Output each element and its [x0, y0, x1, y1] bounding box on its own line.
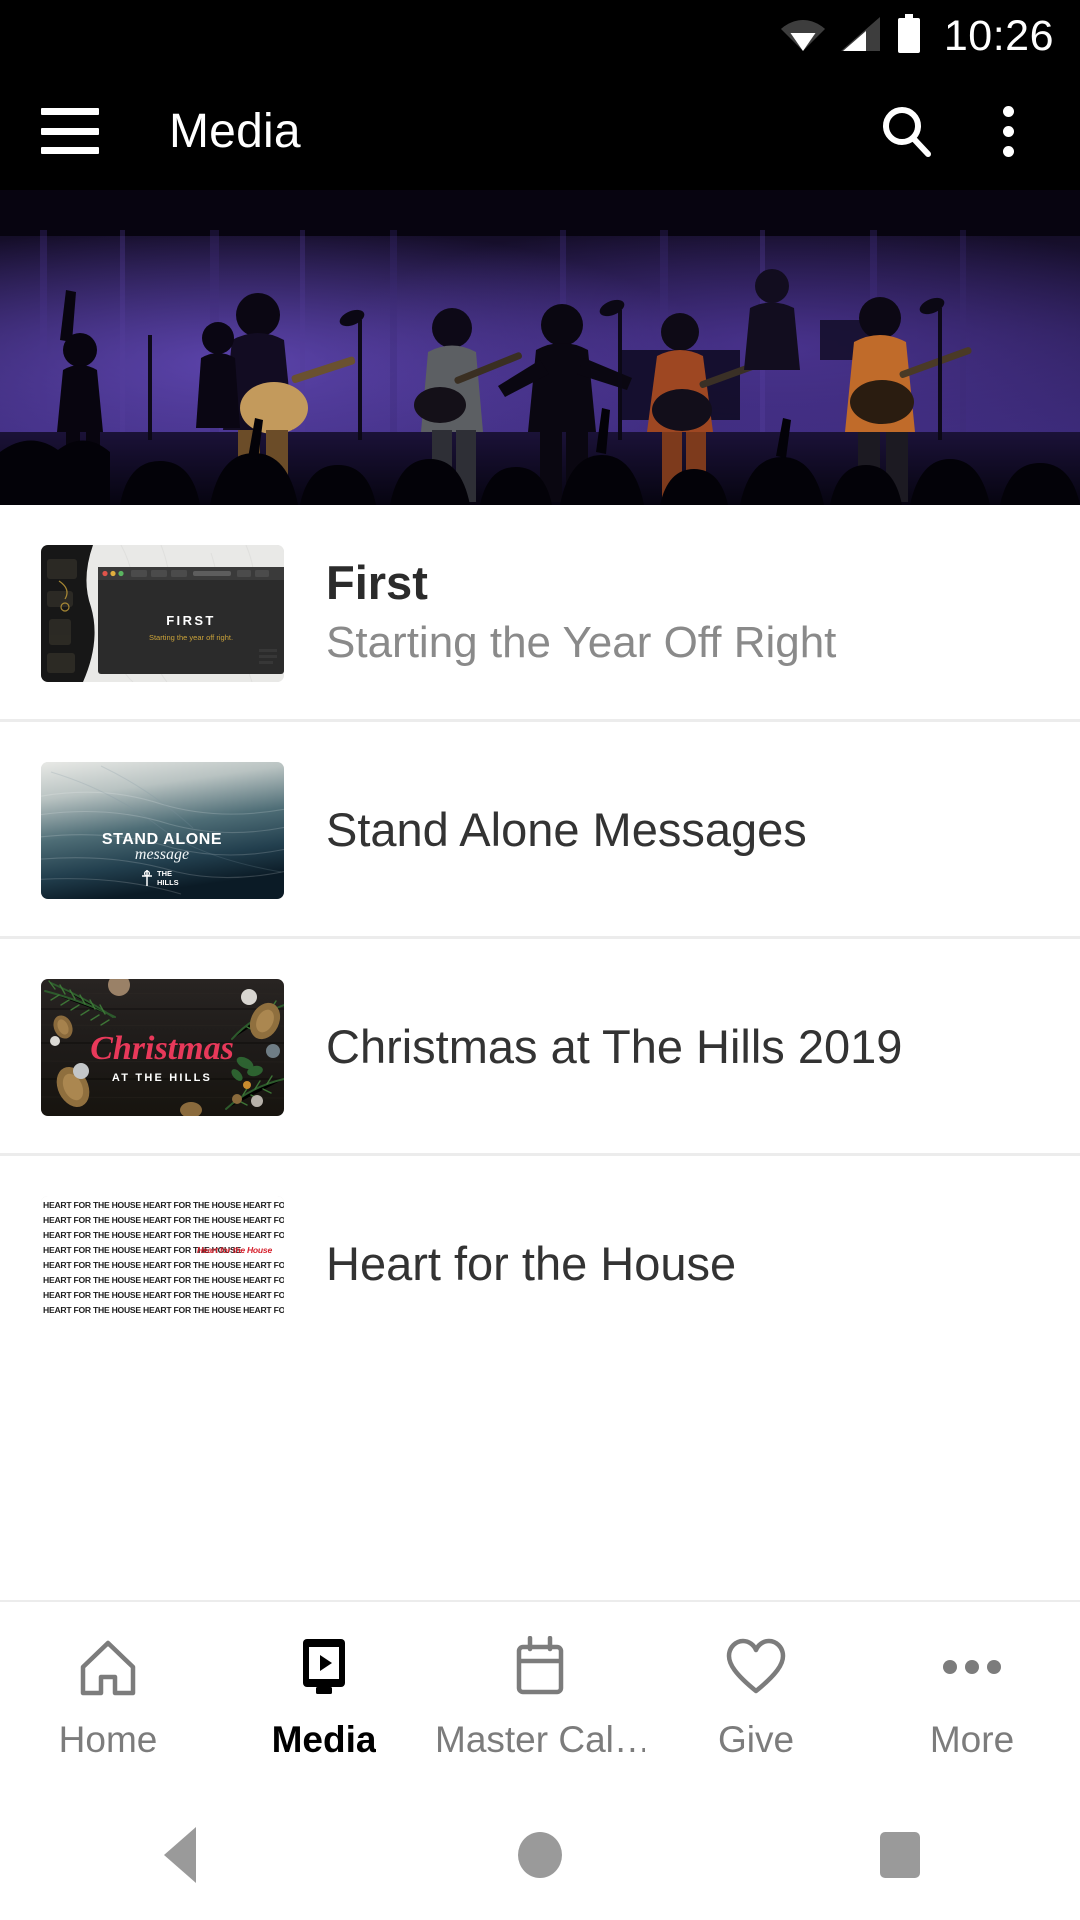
svg-text:Starting the year off right.: Starting the year off right. — [149, 633, 233, 642]
hamburger-bar — [41, 147, 99, 154]
more-dots-icon — [940, 1631, 1004, 1703]
android-system-navigation-bar — [0, 1790, 1080, 1920]
hero-banner-image[interactable] — [0, 190, 1080, 505]
hamburger-bar — [41, 127, 99, 135]
list-item-title: Heart for the House — [326, 1237, 737, 1291]
nav-item-give[interactable]: Give — [648, 1602, 864, 1790]
first-artwork: FIRST Starting the year off right. — [41, 545, 284, 682]
svg-text:HEART FOR THE HOUSE HEART FOR: HEART FOR THE HOUSE HEART FOR THE HOUSE … — [43, 1305, 284, 1315]
recents-icon — [880, 1832, 920, 1878]
svg-text:Heart for the House: Heart for the House — [197, 1245, 272, 1255]
svg-text:HILLS: HILLS — [157, 878, 179, 887]
christmas-artwork: Christmas AT THE HILLS — [41, 979, 284, 1116]
app-bar: Media — [0, 72, 1080, 190]
stand-alone-artwork: STAND ALONE message THE HILLS — [41, 762, 284, 899]
list-item-subtitle: Starting the Year Off Right — [326, 618, 837, 668]
media-icon — [294, 1631, 354, 1703]
nav-label-home: Home — [58, 1719, 158, 1760]
svg-text:HEART FOR THE HOUSE HEART FOR: HEART FOR THE HOUSE HEART FOR THE HOUSE … — [43, 1230, 284, 1240]
list-item-text: First Starting the Year Off Right — [326, 555, 837, 671]
svg-text:Christmas: Christmas — [90, 1030, 234, 1067]
svg-text:HEART FOR THE HOUSE HEART FOR: HEART FOR THE HOUSE HEART FOR THE HOUSE … — [43, 1275, 284, 1285]
svg-text:HEART FOR THE HOUSE HEART FOR: HEART FOR THE HOUSE HEART FOR THE HOUSE … — [43, 1260, 284, 1270]
svg-text:HEART FOR THE HOUSE HEART FOR: HEART FOR THE HOUSE HEART FOR THE HOUSE … — [43, 1200, 284, 1210]
media-list[interactable]: FIRST Starting the year off right. First… — [0, 505, 1080, 1320]
nav-item-master-calendar[interactable]: Master Cal… — [432, 1602, 648, 1790]
nav-label-more: More — [929, 1719, 1015, 1760]
list-item[interactable]: HEART FOR THE HOUSE HEART FOR THE HOUSE … — [0, 1156, 1080, 1320]
media-thumbnail-stand-alone: STAND ALONE message THE HILLS — [41, 762, 284, 899]
system-back-button[interactable] — [105, 1790, 255, 1920]
nav-item-more[interactable]: More — [864, 1602, 1080, 1790]
svg-text:HEART FOR THE HOUSE HEART FOR: HEART FOR THE HOUSE HEART FOR THE HOUSE … — [43, 1215, 284, 1225]
status-bar: 10:26 — [0, 0, 1080, 72]
list-item-title: Stand Alone Messages — [326, 803, 807, 857]
nav-label-give: Give — [717, 1719, 795, 1760]
system-home-button[interactable] — [465, 1790, 615, 1920]
nav-item-home[interactable]: Home — [0, 1602, 216, 1790]
home-circle-icon — [518, 1832, 562, 1878]
search-icon[interactable] — [866, 91, 946, 171]
hamburger-menu-icon[interactable] — [41, 108, 99, 154]
media-thumbnail-heart-for-the-house: HEART FOR THE HOUSE HEART FOR THE HOUSE … — [41, 1196, 284, 1320]
status-bar-clock: 10:26 — [943, 11, 1054, 60]
page-title: Media — [169, 104, 301, 158]
cellular-signal-icon — [840, 16, 882, 57]
heart-icon — [725, 1631, 787, 1703]
home-icon — [78, 1631, 138, 1703]
list-item[interactable]: FIRST Starting the year off right. First… — [0, 505, 1080, 722]
media-thumbnail-christmas: Christmas AT THE HILLS — [41, 979, 284, 1116]
heart-for-the-house-artwork: HEART FOR THE HOUSE HEART FOR THE HOUSE … — [41, 1196, 284, 1320]
wifi-icon — [780, 16, 826, 57]
system-recents-button[interactable] — [825, 1790, 975, 1920]
battery-icon — [896, 13, 922, 59]
nav-label-media: Media — [271, 1719, 377, 1760]
list-item-title: First — [326, 555, 428, 609]
overflow-dot — [1002, 105, 1014, 117]
list-item-text: Heart for the House — [326, 1238, 736, 1291]
list-item[interactable]: STAND ALONE message THE HILLS Stand Alon… — [0, 722, 1080, 939]
svg-text:THE: THE — [157, 869, 172, 878]
svg-text:message: message — [135, 846, 189, 863]
bottom-navigation-bar: Home Media Master Cal… Give More — [0, 1600, 1080, 1790]
svg-text:FIRST: FIRST — [166, 613, 216, 628]
list-item-title: Christmas at The Hills 2019 — [326, 1020, 903, 1074]
list-item-text: Stand Alone Messages — [326, 804, 807, 857]
list-item[interactable]: Christmas AT THE HILLS Christmas at The … — [0, 939, 1080, 1156]
app-bar-actions — [866, 87, 1080, 175]
overflow-dot — [1002, 125, 1014, 137]
calendar-icon — [511, 1631, 569, 1703]
hero-artwork — [0, 190, 1080, 505]
overflow-dot — [1002, 145, 1014, 157]
nav-label-master-calendar: Master Cal… — [435, 1719, 645, 1760]
svg-text:AT THE HILLS: AT THE HILLS — [112, 1072, 212, 1084]
back-icon — [164, 1827, 196, 1883]
nav-item-media[interactable]: Media — [216, 1602, 432, 1790]
hamburger-bar — [41, 108, 99, 115]
overflow-menu-icon[interactable] — [972, 87, 1044, 175]
svg-text:HEART FOR THE HOUSE HEART FOR: HEART FOR THE HOUSE HEART FOR THE HOUSE … — [43, 1290, 284, 1300]
media-thumbnail-first: FIRST Starting the year off right. — [41, 545, 284, 682]
list-item-text: Christmas at The Hills 2019 — [326, 1021, 902, 1074]
